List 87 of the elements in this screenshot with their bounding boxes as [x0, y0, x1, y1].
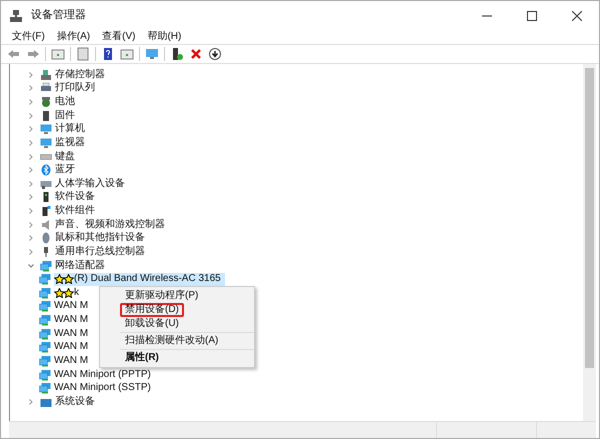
collapsed-chevron-icon[interactable]: [28, 398, 34, 405]
network-icon: [39, 314, 51, 326]
tree-item[interactable]: WAN M: [54, 300, 92, 313]
collapsed-chevron-icon[interactable]: [28, 99, 34, 106]
tree-item[interactable]: 蓝牙: [55, 165, 75, 176]
battery-icon: [40, 96, 52, 108]
menu-option[interactable]: 卸载设备(U): [120, 317, 184, 331]
chip-icon: [40, 110, 52, 122]
tree-item[interactable]: (R) Dual Band Wireless-AC 3165: [54, 272, 225, 286]
network-icon: [39, 286, 51, 299]
tree-item[interactable]: 软件组件: [55, 206, 95, 216]
tree-item[interactable]: k: [54, 286, 83, 300]
menu-option[interactable]: 禁用设备(D): [120, 303, 184, 317]
network-icon: [39, 354, 51, 367]
tree-item[interactable]: 键盘: [55, 152, 75, 162]
network-icon: [39, 273, 51, 286]
window-icon[interactable]: [51, 47, 65, 61]
back-icon[interactable]: [7, 47, 21, 61]
network-icon: [39, 382, 51, 394]
device-manager-icon: [9, 8, 23, 22]
add-driver-icon[interactable]: [170, 47, 184, 61]
collapsed-chevron-icon[interactable]: [28, 167, 34, 174]
network-icon: [39, 300, 51, 312]
tree-item[interactable]: 鼠标和其他指针设备: [55, 233, 145, 244]
monitor-icon[interactable]: [145, 47, 159, 61]
download-icon[interactable]: [208, 47, 222, 61]
collapsed-chevron-icon[interactable]: [28, 248, 34, 255]
tree-item[interactable]: WAN M: [54, 354, 92, 368]
menu-option[interactable]: 扫描检测硬件改动(A): [120, 334, 224, 348]
monitor-icon: [40, 123, 52, 136]
tree-item[interactable]: WAN M: [54, 327, 92, 340]
collapsed-chevron-icon[interactable]: [28, 126, 34, 132]
collapsed-chevron-icon[interactable]: [28, 72, 34, 78]
tree-item[interactable]: 固件: [55, 110, 75, 121]
menu-item[interactable]: 文件(F): [12, 32, 45, 42]
maximize-icon: [526, 10, 536, 20]
close-icon: [572, 10, 582, 20]
star-icon: [54, 288, 74, 298]
tree-item[interactable]: 打印队列: [55, 83, 95, 94]
tree-item[interactable]: WAN Miniport (SSTP): [54, 382, 155, 395]
scrollbar[interactable]: [583, 64, 596, 421]
collapsed-chevron-icon[interactable]: [28, 112, 34, 119]
tree-item[interactable]: 监视器: [55, 138, 85, 148]
collapsed-chevron-icon[interactable]: [28, 154, 34, 160]
monitor-icon: [40, 136, 52, 149]
network-icon: [39, 341, 51, 354]
scrollbar-thumb[interactable]: [585, 68, 594, 368]
properties-icon[interactable]: [76, 47, 90, 61]
tree-item[interactable]: 网络适配器: [55, 260, 105, 271]
speaker-icon: [40, 218, 52, 231]
collapsed-chevron-icon[interactable]: [28, 208, 34, 214]
window-icon[interactable]: [120, 47, 134, 61]
tree-item[interactable]: WAN Miniport (PPTP): [54, 368, 155, 382]
collapsed-chevron-icon[interactable]: [28, 235, 34, 242]
forward-icon[interactable]: [26, 47, 40, 61]
menu-item[interactable]: 操作(A): [56, 32, 90, 42]
menu-item[interactable]: 查看(V): [102, 32, 136, 42]
star-icon: [54, 274, 74, 284]
menu-option[interactable]: 更新驱动程序(P): [120, 289, 204, 303]
mouse-icon: [40, 232, 52, 244]
delete-icon[interactable]: [189, 47, 203, 61]
network-icon: [39, 368, 51, 381]
collapsed-chevron-icon[interactable]: [28, 140, 34, 146]
tree-item[interactable]: 软件设备: [55, 192, 95, 202]
window-title: 设备管理器: [31, 8, 86, 24]
menu-item[interactable]: 帮助(H): [147, 32, 182, 42]
tree-item[interactable]: 通用串行总线控制器: [55, 246, 145, 257]
tree-item[interactable]: WAN M: [54, 314, 92, 327]
tree-item[interactable]: 电池: [55, 97, 75, 108]
tree-item[interactable]: 计算机: [55, 124, 85, 134]
bluetooth-icon: [40, 164, 52, 176]
collapsed-chevron-icon[interactable]: [28, 222, 34, 228]
network-icon: [40, 260, 52, 272]
tree-item[interactable]: WAN M: [54, 340, 92, 354]
tree-item[interactable]: 声音、视频和游戏控制器: [55, 220, 165, 230]
tree-item[interactable]: 存储控制器: [55, 70, 105, 80]
collapsed-chevron-icon[interactable]: [28, 85, 34, 92]
tree-item[interactable]: 人体学输入设备: [55, 178, 125, 189]
help-icon[interactable]: [101, 47, 115, 61]
collapsed-chevron-icon[interactable]: [28, 180, 34, 187]
storage-icon: [40, 68, 52, 81]
expanded-chevron-icon[interactable]: [28, 262, 34, 269]
network-icon: [39, 328, 51, 340]
collapsed-chevron-icon[interactable]: [28, 194, 34, 200]
device-icon: [40, 205, 52, 218]
menu-option[interactable]: 属性(R): [120, 351, 164, 365]
tree-item[interactable]: 系统设备: [55, 396, 95, 407]
